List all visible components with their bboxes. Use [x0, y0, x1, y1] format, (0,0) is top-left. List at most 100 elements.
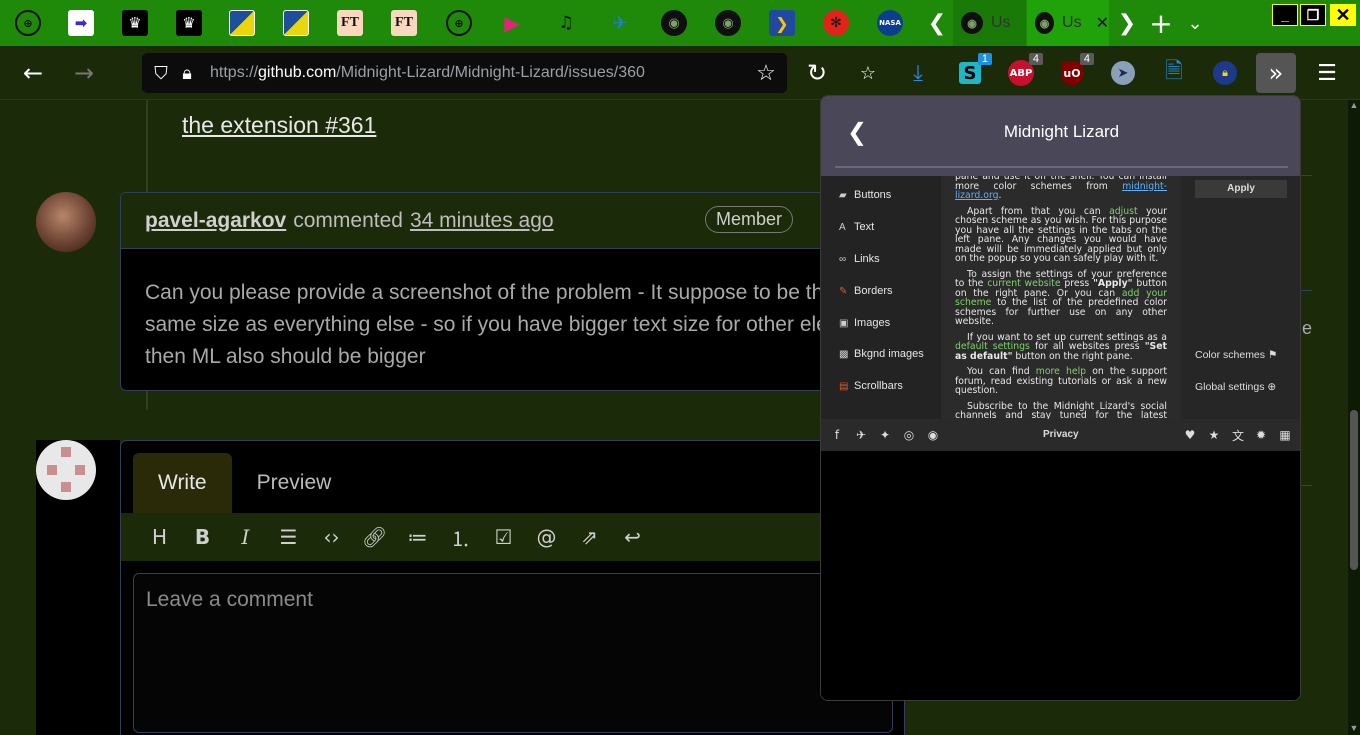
pinned-tab[interactable]: ✻ [811, 2, 861, 44]
pinned-tab[interactable]: FT [325, 2, 375, 44]
github-icon: ◉ [961, 12, 983, 34]
menu-button[interactable]: ☰ [1311, 57, 1343, 89]
crown-icon: ♛ [176, 10, 202, 36]
pinned-tab[interactable]: ❯ [757, 2, 807, 44]
maximize-button[interactable]: ❐ [1300, 4, 1326, 26]
link-icon[interactable]: 🔗︎ [362, 525, 387, 550]
url-bar[interactable]: ⛉ 🔒︎ https://github.com/Midnight-Lizard/… [142, 53, 787, 93]
tab-github-issue[interactable]: ◉ Us [953, 0, 1026, 46]
scrollbar-thumb[interactable] [1350, 410, 1358, 570]
bookmark-star-icon[interactable]: ☆ [753, 60, 779, 86]
global-settings-link[interactable]: Global settings ⊕ [1195, 381, 1276, 393]
scroll-tabs-left-button[interactable]: ❮ [922, 8, 952, 38]
quote-icon[interactable]: ☰ [276, 525, 301, 550]
star-extension-icon[interactable]: ☆ [852, 57, 884, 89]
pinned-tab[interactable]: ◉ [649, 2, 699, 44]
close-icon[interactable]: ✕ [1096, 13, 1109, 33]
bug-icon[interactable]: ✹ [1249, 428, 1273, 442]
back-button[interactable]: ← [15, 55, 51, 91]
pinned-tab[interactable]: ◉ [703, 2, 753, 44]
tab-github-issue-active[interactable]: ◉ Us ✕ [1027, 0, 1109, 46]
heading-icon[interactable]: H [147, 525, 172, 550]
pinned-tab[interactable]: ♛ [164, 2, 214, 44]
avatar[interactable] [36, 192, 96, 252]
facebook-icon[interactable]: f [825, 428, 849, 442]
heart-icon[interactable]: ♥ [1178, 428, 1202, 442]
sidebar-item-scrollbars[interactable]: ▤ Scrollbars [839, 380, 903, 392]
tab-preview[interactable]: Preview [232, 453, 357, 513]
sidebar-item-bkgnd-images[interactable]: ▩ Bkgnd images [839, 348, 924, 360]
extension-popup: ❮ Midnight Lizard ▰ Buttons A Text ∞ Links … [820, 95, 1301, 701]
globe-icon: ⊕ [1267, 381, 1277, 393]
adblock-plus-icon[interactable]: ABP 4 [1005, 53, 1043, 89]
eu-lock-extension-icon[interactable]: 🔒︎ [1209, 57, 1241, 89]
pinned-tab[interactable]: ➡ [56, 2, 106, 44]
comment-author-link[interactable]: pavel-agarkov [145, 209, 286, 233]
popup-sidebar: ▰ Buttons A Text ∞ Links ✎ Borders ▣ Images ▩… [821, 176, 941, 419]
bullet-list-icon[interactable]: ≔ [405, 525, 430, 550]
privacy-link[interactable]: Privacy [1043, 429, 1079, 440]
sidebar-item-text[interactable]: A Text [839, 221, 874, 233]
sidebar-item-buttons[interactable]: ▰ Buttons [839, 189, 891, 201]
ublock-icon[interactable]: uO 4 [1056, 53, 1094, 89]
pinned-tab[interactable] [217, 2, 267, 44]
pinned-tab[interactable]: ▶ [487, 2, 537, 44]
color-schemes-link[interactable]: Color schemes ⚑ [1195, 349, 1277, 361]
instagram-icon[interactable]: ◎ [897, 428, 921, 442]
task-list-icon[interactable]: ☑ [491, 525, 516, 550]
pinned-tab[interactable]: ♛ [110, 2, 160, 44]
telegram-icon[interactable]: ✈ [849, 428, 873, 442]
shield-icon[interactable]: ⛉ [148, 60, 174, 86]
avatar[interactable] [36, 440, 96, 500]
reply-icon[interactable]: ↩ [620, 525, 645, 550]
sidebar-item-images[interactable]: ▣ Images [839, 317, 890, 329]
pinned-tab[interactable]: ✈ [595, 2, 645, 44]
list-tabs-button[interactable]: ⌄ [1180, 8, 1210, 38]
translate-icon[interactable]: 文 [1226, 427, 1250, 444]
pinned-tab[interactable]: ♫ [541, 2, 591, 44]
comment-time-link[interactable]: 34 minutes ago [410, 209, 554, 233]
reference-icon[interactable]: ⇗ [577, 525, 602, 550]
apply-button[interactable]: Apply [1195, 180, 1287, 198]
page-scrollbar[interactable]: ▲ ▼ [1348, 100, 1360, 735]
github-icon[interactable]: ◉ [921, 428, 945, 442]
italic-icon[interactable]: I [233, 525, 258, 550]
comment-input[interactable]: Leave a comment [133, 573, 893, 733]
popup-right-pane: Apply Color schemes ⚑ Global settings ⊕ [1181, 176, 1300, 419]
twitter-icon[interactable]: ✦ [873, 428, 897, 442]
download-icon[interactable]: ⤓ [902, 57, 934, 89]
scroll-down-icon[interactable]: ▼ [1348, 723, 1360, 735]
new-tab-button[interactable]: + [1146, 7, 1176, 40]
bold-icon[interactable]: B [190, 525, 215, 550]
github-icon: ◉ [1035, 12, 1055, 34]
pinned-tab[interactable]: ⊕ [3, 2, 53, 44]
sidebar-item-borders[interactable]: ✎ Borders [839, 285, 893, 297]
scroll-tabs-right-button[interactable]: ❯ [1112, 8, 1142, 38]
sidebar-item-links[interactable]: ∞ Links [839, 253, 880, 265]
code-icon[interactable]: ‹› [319, 525, 344, 550]
changelog-icon[interactable]: ▦ [1273, 428, 1297, 442]
minimize-button[interactable]: _ [1272, 4, 1298, 26]
document-extension-icon[interactable]: 🗎︎ [1158, 57, 1190, 89]
pinned-tab[interactable]: FT [379, 2, 429, 44]
pinned-tab[interactable]: NASA [865, 2, 915, 44]
cursor-extension-icon[interactable]: ➤ [1107, 57, 1139, 89]
tab-write[interactable]: Write [133, 453, 232, 513]
s-extension-icon[interactable]: S1 [954, 53, 992, 89]
more-extensions-button[interactable]: » [1256, 53, 1296, 93]
close-window-button[interactable]: ✕ [1330, 4, 1356, 26]
numbered-list-icon[interactable]: ⒈ [448, 525, 473, 551]
scroll-up-icon[interactable]: ▲ [1348, 100, 1360, 112]
star-icon[interactable]: ★ [1202, 428, 1226, 442]
pinned-tab[interactable] [271, 2, 321, 44]
pinned-tab[interactable]: ⊕ [434, 2, 484, 44]
linked-issue-link[interactable]: the extension #361 [182, 112, 376, 139]
reload-button[interactable]: ↻ [799, 55, 835, 91]
github-icon: ◉ [661, 10, 687, 36]
lock-icon[interactable]: 🔒︎ [174, 60, 200, 86]
mention-icon[interactable]: @ [534, 525, 559, 550]
comment-line: same size as everything else - so if you… [145, 313, 828, 336]
url-text[interactable]: https://github.com/Midnight-Lizard/Midni… [210, 64, 645, 82]
popup-empty-area [821, 451, 1300, 700]
forward-button[interactable]: → [66, 55, 102, 91]
